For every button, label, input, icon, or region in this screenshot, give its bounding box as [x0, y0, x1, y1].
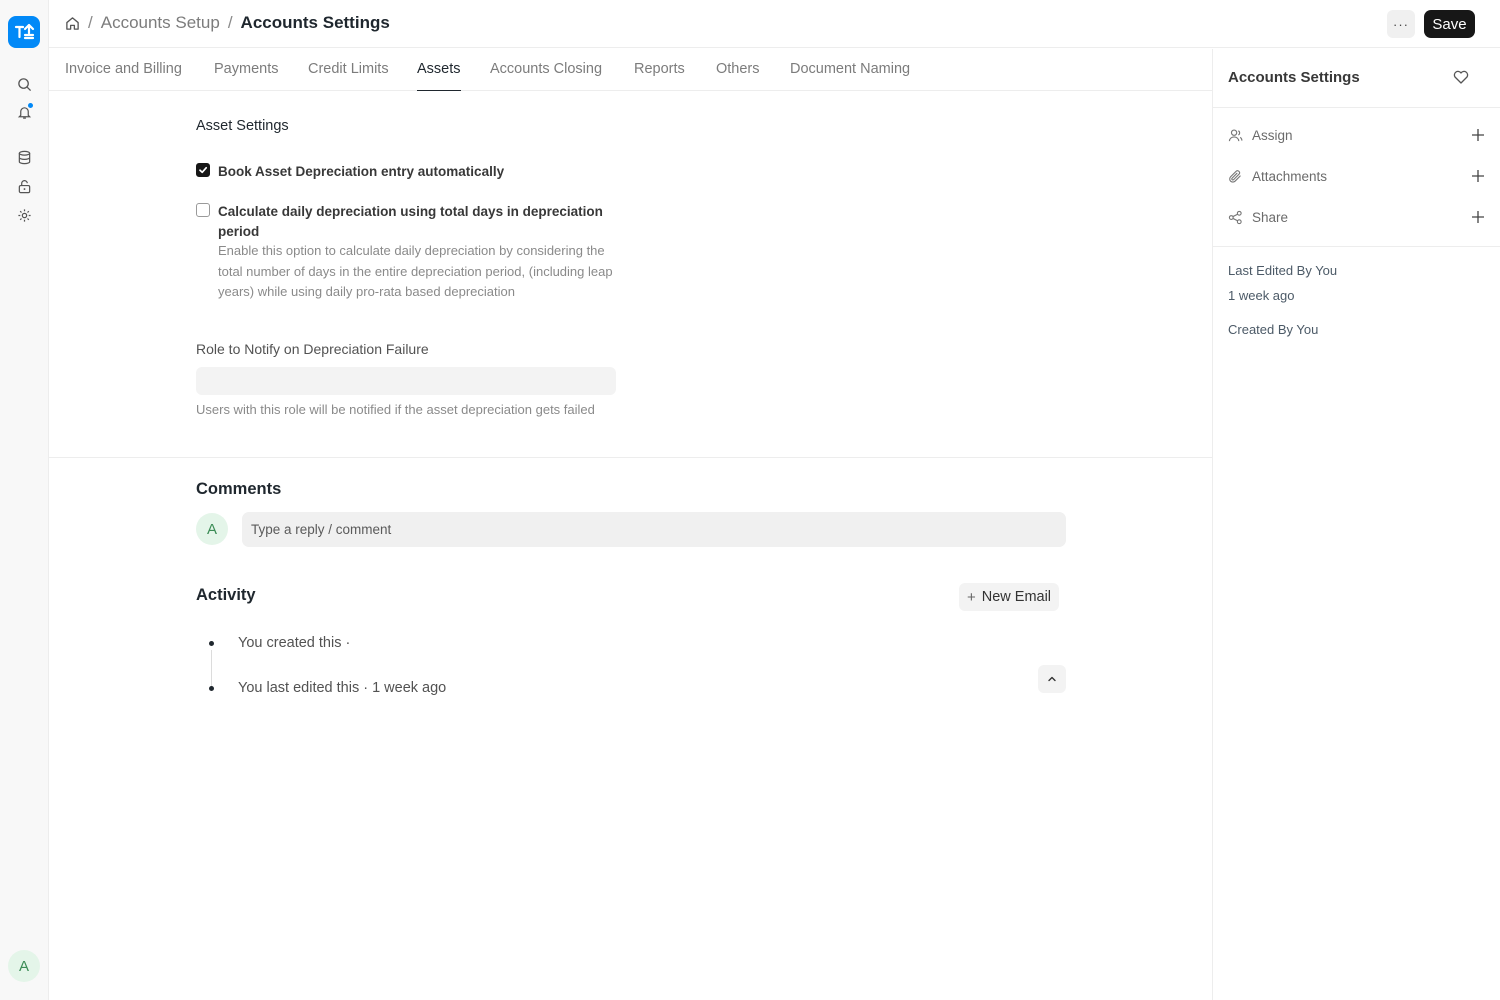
activity-item-created: You created this · — [238, 635, 351, 651]
sidebar-divider — [1213, 107, 1500, 108]
breadcrumb-current-page[interactable]: Accounts Settings — [241, 13, 390, 33]
sidebar-title: Accounts Settings — [1228, 69, 1360, 86]
daily-depreciation-checkbox[interactable] — [196, 203, 210, 217]
user-avatar[interactable]: A — [8, 950, 40, 982]
comment-avatar: A — [196, 513, 228, 545]
check-icon — [199, 166, 208, 174]
timeline-dot — [209, 641, 214, 646]
database-icon[interactable] — [14, 147, 34, 167]
daily-depreciation-label: Calculate daily depreciation using total… — [218, 204, 603, 239]
app-root: A / Accounts Setup / Accounts Settings ·… — [0, 0, 1500, 1000]
lock-icon[interactable] — [14, 176, 34, 196]
book-depreciation-label: Book Asset Depreciation entry automatica… — [218, 164, 505, 179]
book-depreciation-row: Book Asset Depreciation entry automatica… — [196, 162, 504, 182]
new-email-label: New Email — [981, 589, 1052, 605]
timeline-dot — [209, 686, 214, 691]
last-edited-label: Last Edited By You — [1228, 263, 1338, 278]
app-logo[interactable] — [8, 16, 40, 48]
home-icon[interactable] — [65, 16, 80, 31]
tab-payments[interactable]: Payments — [214, 61, 278, 91]
left-rail: A — [0, 0, 49, 1000]
logo-icon — [14, 23, 35, 40]
plus-icon[interactable] — [1470, 209, 1486, 225]
tab-accounts-closing[interactable]: Accounts Closing — [490, 61, 602, 91]
breadcrumb-accounts-setup[interactable]: Accounts Setup — [101, 13, 220, 33]
comment-input[interactable] — [242, 512, 1066, 547]
user-icon — [1228, 129, 1243, 141]
heart-icon[interactable] — [1452, 68, 1470, 86]
breadcrumb-separator: / — [227, 13, 233, 32]
daily-depreciation-row: Calculate daily depreciation using total… — [196, 202, 616, 242]
plus-icon[interactable] — [1470, 168, 1486, 184]
new-email-button[interactable]: + New Email — [959, 583, 1059, 611]
paperclip-icon — [1229, 169, 1241, 183]
gear-icon[interactable] — [14, 205, 34, 225]
search-icon[interactable] — [14, 74, 34, 94]
settings-tabs: Invoice and Billing Payments Credit Limi… — [49, 49, 1212, 91]
section-divider — [49, 457, 1212, 458]
last-edited-time: 1 week ago — [1228, 288, 1295, 303]
plus-icon: + — [966, 588, 976, 606]
top-bar: / Accounts Setup / Accounts Settings ···… — [49, 0, 1500, 48]
tab-others[interactable]: Others — [716, 61, 760, 91]
tab-credit-limits[interactable]: Credit Limits — [308, 61, 389, 91]
breadcrumb: / Accounts Setup / Accounts Settings — [65, 13, 390, 33]
role-to-notify-input[interactable] — [196, 367, 616, 395]
more-actions-button[interactable]: ··· — [1387, 10, 1415, 38]
chevron-up-icon — [1048, 676, 1056, 682]
activity-item-edited: You last edited this · 1 week ago — [238, 680, 447, 696]
activity-title: Activity — [196, 586, 256, 604]
sidebar-item-attachments[interactable]: Attachments — [1228, 165, 1486, 187]
sidebar-item-share[interactable]: Share — [1228, 206, 1486, 228]
section-title-asset-settings: Asset Settings — [196, 118, 289, 134]
tab-document-naming[interactable]: Document Naming — [790, 61, 910, 91]
role-field-description: Users with this role will be notified if… — [196, 402, 595, 417]
sidebar-divider — [1213, 246, 1500, 247]
sidebar-item-label: Share — [1252, 209, 1289, 225]
tab-invoice-and-billing[interactable]: Invoice and Billing — [65, 61, 182, 91]
sidebar-item-label: Attachments — [1252, 168, 1328, 184]
sidebar-item-assign[interactable]: Assign — [1228, 124, 1486, 146]
tab-reports[interactable]: Reports — [634, 61, 685, 91]
comments-title: Comments — [196, 480, 282, 498]
daily-depreciation-description: Enable this option to calculate daily de… — [218, 243, 613, 300]
bell-icon[interactable] — [14, 102, 34, 122]
timeline-line — [211, 650, 212, 686]
notification-dot — [28, 103, 33, 108]
collapse-activity-button[interactable] — [1038, 665, 1066, 693]
save-button[interactable]: Save — [1424, 10, 1475, 38]
breadcrumb-separator: / — [88, 13, 93, 32]
document-sidebar: Accounts Settings Assign Attachments Sha… — [1212, 49, 1500, 1000]
created-by-label: Created By You — [1228, 322, 1319, 337]
tab-assets[interactable]: Assets — [417, 61, 461, 91]
share-icon — [1228, 210, 1242, 224]
book-depreciation-checkbox[interactable] — [196, 163, 210, 177]
role-field-label: Role to Notify on Depreciation Failure — [196, 341, 429, 357]
plus-icon[interactable] — [1470, 127, 1486, 143]
sidebar-item-label: Assign — [1252, 127, 1293, 143]
